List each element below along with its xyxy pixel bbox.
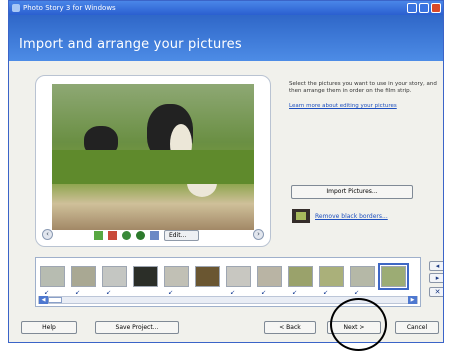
filmstrip-thumbnail[interactable] bbox=[288, 266, 313, 287]
filmstrip-thumbnail[interactable] bbox=[319, 266, 344, 287]
filmstrip-thumbnail-selected[interactable] bbox=[378, 263, 409, 290]
move-right-button[interactable]: ▸ bbox=[429, 273, 443, 283]
help-button[interactable]: Help bbox=[21, 321, 77, 334]
import-pictures-button[interactable]: Import Pictures... bbox=[291, 185, 413, 199]
learn-more-link[interactable]: Learn more about editing your pictures bbox=[289, 103, 397, 109]
rotate-left-icon[interactable] bbox=[122, 231, 131, 240]
preview-photo bbox=[52, 84, 254, 230]
filmstrip-thumbnail[interactable] bbox=[164, 266, 189, 287]
filmstrip-thumbnail[interactable] bbox=[350, 266, 375, 287]
instructions-text: Select the pictures you want to use in y… bbox=[289, 81, 437, 94]
close-button[interactable] bbox=[431, 3, 441, 13]
page-title: Import and arrange your pictures bbox=[19, 37, 242, 52]
grass-area bbox=[52, 150, 254, 184]
edit-icon bbox=[150, 231, 159, 240]
cancel-button[interactable]: Cancel bbox=[395, 321, 439, 334]
edit-marker-icon: ↙ bbox=[354, 289, 360, 296]
scrollbar-thumb[interactable] bbox=[48, 297, 62, 303]
preview-next-button[interactable]: › bbox=[253, 229, 264, 240]
minimize-button[interactable] bbox=[407, 3, 417, 13]
move-left-button[interactable]: ◂ bbox=[429, 261, 443, 271]
edit-marker-icon: ↙ bbox=[323, 289, 329, 296]
filmstrip-thumbnail[interactable] bbox=[195, 266, 220, 287]
edit-marker-icon: ↙ bbox=[106, 289, 112, 296]
filmstrip-thumbnail[interactable] bbox=[102, 266, 127, 287]
filmstrip-thumbnail[interactable] bbox=[40, 266, 65, 287]
filmstrip-thumbnail[interactable] bbox=[133, 266, 158, 287]
filmstrip-thumbnail[interactable] bbox=[226, 266, 251, 287]
edit-marker-icon: ↙ bbox=[168, 289, 174, 296]
auto-correct-icon[interactable] bbox=[94, 231, 103, 240]
back-button[interactable]: < Back bbox=[264, 321, 316, 334]
rotate-right-icon[interactable] bbox=[136, 231, 145, 240]
edit-marker-icon: ↙ bbox=[44, 289, 50, 296]
save-project-button[interactable]: Save Project... bbox=[95, 321, 179, 334]
edit-button[interactable]: Edit... bbox=[164, 230, 200, 241]
remove-borders-link[interactable]: Remove black borders... bbox=[315, 213, 388, 220]
edit-marker-icon: ↙ bbox=[75, 289, 81, 296]
delete-picture-button[interactable]: ✕ bbox=[429, 287, 443, 297]
annotation-circle bbox=[330, 298, 387, 351]
edit-marker-icon: ↙ bbox=[292, 289, 298, 296]
remove-borders-icon bbox=[292, 209, 310, 223]
preview-toolbar: Edit... bbox=[94, 230, 200, 241]
edit-marker-icon: ↙ bbox=[261, 289, 267, 296]
preview-panel: ‹ Edit... › bbox=[35, 75, 271, 247]
title-bar: Photo Story 3 for Windows bbox=[9, 1, 443, 15]
maximize-button[interactable] bbox=[419, 3, 429, 13]
page-header: Import and arrange your pictures bbox=[9, 15, 443, 61]
scroll-left-arrow-icon[interactable]: ◀ bbox=[39, 296, 48, 304]
scroll-right-arrow-icon[interactable]: ▶ bbox=[408, 296, 417, 304]
filmstrip-thumbnail[interactable] bbox=[71, 266, 96, 287]
red-eye-icon[interactable] bbox=[108, 231, 117, 240]
filmstrip-thumbnail[interactable] bbox=[257, 266, 282, 287]
preview-previous-button[interactable]: ‹ bbox=[42, 229, 53, 240]
window-title: Photo Story 3 for Windows bbox=[23, 4, 116, 12]
app-icon bbox=[12, 4, 20, 12]
edit-marker-icon: ↙ bbox=[230, 289, 236, 296]
app-window: Photo Story 3 for Windows Import and arr… bbox=[8, 0, 444, 343]
